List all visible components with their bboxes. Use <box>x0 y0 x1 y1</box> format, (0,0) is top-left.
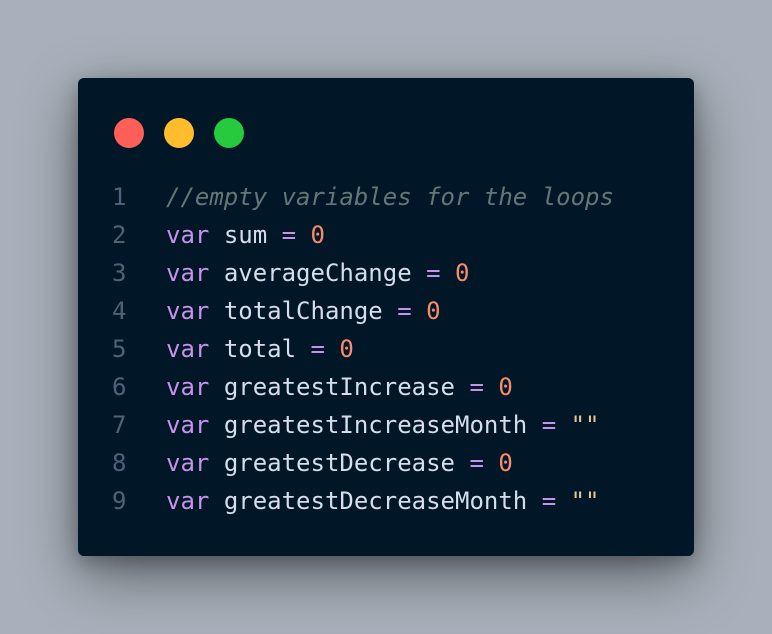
keyword: var <box>166 259 210 287</box>
value-literal: 0 <box>426 297 441 325</box>
code-line: 7 var greatestIncreaseMonth = "" <box>78 406 694 444</box>
operator: = <box>426 259 441 287</box>
keyword: var <box>166 373 210 401</box>
keyword: var <box>166 487 210 515</box>
operator: = <box>310 335 325 363</box>
value-literal: 0 <box>339 335 354 363</box>
code-line: 2 var sum = 0 <box>78 216 694 254</box>
operator: = <box>541 411 557 439</box>
close-dot-icon[interactable] <box>114 118 144 148</box>
variable-name: greatestDecrease <box>223 449 455 477</box>
code-block: 1 //empty variables for the loops 2 var … <box>78 178 694 520</box>
code-line: 3 var averageChange = 0 <box>78 254 694 292</box>
minimize-dot-icon[interactable] <box>164 118 194 148</box>
value-literal: "" <box>570 411 600 439</box>
maximize-dot-icon[interactable] <box>214 118 244 148</box>
operator: = <box>469 449 484 477</box>
code-line: 1 //empty variables for the loops <box>78 178 694 216</box>
value-literal: "" <box>570 487 600 515</box>
variable-name: sum <box>223 221 268 249</box>
code-line: 9 var greatestDecreaseMonth = "" <box>78 482 694 520</box>
keyword: var <box>166 411 210 439</box>
code-line: 5 var total = 0 <box>78 330 694 368</box>
variable-name: total <box>223 335 297 363</box>
variable-name: greatestDecreaseMonth <box>223 487 528 515</box>
line-number: 1 <box>112 183 127 211</box>
keyword: var <box>166 221 210 249</box>
window-controls <box>114 118 244 148</box>
operator: = <box>281 221 297 249</box>
keyword: var <box>166 297 210 325</box>
keyword: var <box>166 335 210 363</box>
value-literal: 0 <box>310 221 325 249</box>
operator: = <box>397 297 412 325</box>
operator: = <box>469 373 484 401</box>
code-line: 4 var totalChange = 0 <box>78 292 694 330</box>
line-number: 5 <box>112 335 127 363</box>
variable-name: averageChange <box>223 259 412 287</box>
code-comment: //empty variables for the loops <box>166 183 614 211</box>
value-literal: 0 <box>498 373 513 401</box>
line-number: 4 <box>112 297 127 325</box>
keyword: var <box>166 449 210 477</box>
operator: = <box>541 487 557 515</box>
line-number: 7 <box>112 411 127 439</box>
code-line: 6 var greatestIncrease = 0 <box>78 368 694 406</box>
line-number: 8 <box>112 449 127 477</box>
variable-name: greatestIncrease <box>223 373 455 401</box>
line-number: 6 <box>112 373 127 401</box>
variable-name: greatestIncreaseMonth <box>223 411 528 439</box>
line-number: 3 <box>112 259 127 287</box>
line-number: 9 <box>112 487 127 515</box>
value-literal: 0 <box>498 449 513 477</box>
code-window: 1 //empty variables for the loops 2 var … <box>78 78 694 556</box>
value-literal: 0 <box>455 259 470 287</box>
code-line: 8 var greatestDecrease = 0 <box>78 444 694 482</box>
variable-name: totalChange <box>223 297 383 325</box>
line-number: 2 <box>112 221 127 249</box>
